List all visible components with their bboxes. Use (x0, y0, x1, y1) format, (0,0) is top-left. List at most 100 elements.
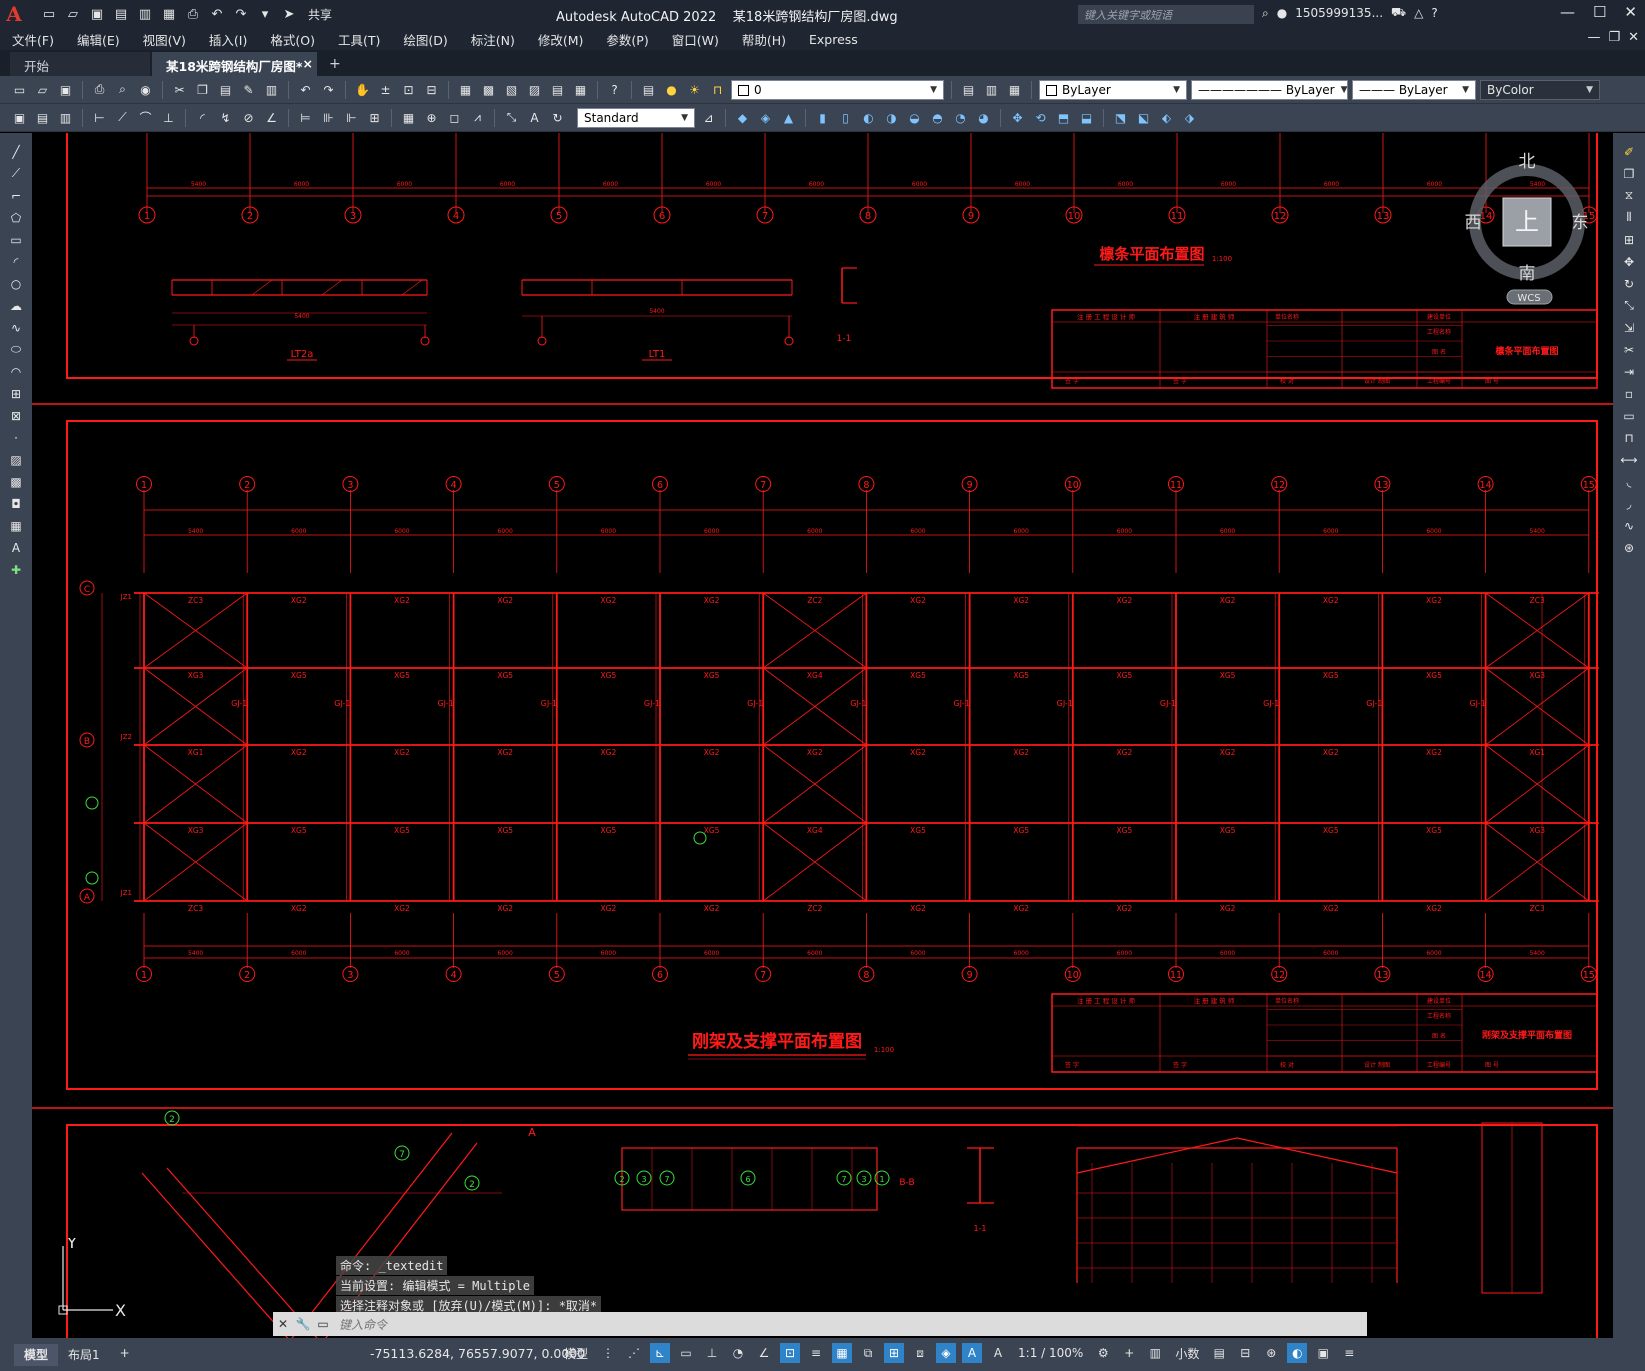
3d-move-icon[interactable]: ✥ (1008, 108, 1027, 127)
plotstyle-dropdown[interactable]: ByColor ▼ (1480, 79, 1600, 100)
revolve-icon[interactable]: ◑ (882, 108, 901, 127)
auto-scale-icon[interactable]: A (988, 1343, 1008, 1363)
layer-previous-icon[interactable]: ▥ (982, 80, 1001, 99)
copy-icon[interactable]: ❐ (193, 80, 212, 99)
web-open-icon[interactable]: ▥ (136, 5, 154, 23)
pan-icon[interactable]: ✋ (353, 80, 372, 99)
break-point-icon[interactable]: ▫ (1620, 385, 1638, 402)
layer-dropdown[interactable]: 0 ▼ (731, 79, 944, 100)
print-icon[interactable]: ⎙ (90, 80, 109, 99)
dim-arc-icon[interactable]: ⌒ (136, 108, 155, 127)
cmd-close-icon[interactable]: ✕ (273, 1317, 293, 1331)
new-tab-button[interactable]: + (319, 52, 351, 76)
zoom-window-icon[interactable]: ⊡ (399, 80, 418, 99)
dim-space-icon[interactable]: ⊞ (365, 108, 384, 127)
search-icon[interactable]: ⌕ (1262, 6, 1269, 21)
annotation-visibility-icon[interactable]: A (962, 1343, 983, 1363)
undo-toolbar-icon[interactable]: ↶ (296, 80, 315, 99)
inspect-icon[interactable]: ◻ (445, 108, 464, 127)
annotation-monitor-icon[interactable]: + (1119, 1343, 1139, 1363)
menu-item-7[interactable]: 标注(N) (471, 30, 515, 49)
insert-block-icon[interactable]: ⊞ (7, 385, 25, 402)
drawing-area[interactable]: 1 2 3 4 5 6 7 8 9 10 11 12 13 14 15 5400 6000 6000 6000 600… (32, 133, 1613, 1338)
open-icon[interactable]: ▱ (64, 5, 82, 23)
menu-item-10[interactable]: 窗口(W) (672, 30, 719, 49)
break-icon[interactable]: ▭ (1620, 407, 1638, 424)
ellipse-arc-icon[interactable]: ◠ (7, 363, 25, 380)
dim-diameter-icon[interactable]: ⊘ (239, 108, 258, 127)
a360-icon[interactable]: △ (1414, 6, 1423, 20)
cmd-recent-icon[interactable]: ▭ (313, 1317, 333, 1331)
stretch-icon[interactable]: ⇲ (1620, 319, 1638, 336)
scale-icon[interactable]: ⤡ (1620, 297, 1638, 314)
object-snap-tracking-icon[interactable]: ⊡ (780, 1343, 801, 1363)
dim-aligned-icon[interactable]: ⟋ (113, 108, 132, 127)
dim-angular-icon[interactable]: ∠ (262, 108, 281, 127)
isodraft-icon[interactable]: ∠ (754, 1343, 774, 1363)
layer-on-icon[interactable]: ● (662, 80, 681, 99)
menu-item-0[interactable]: 文件(F) (12, 30, 54, 49)
blend-curves-icon[interactable]: ∿ (1620, 517, 1638, 534)
union-icon[interactable]: ◓ (928, 108, 947, 127)
add-selected-icon[interactable]: ✚ (7, 561, 25, 578)
circle-icon[interactable]: ○ (7, 275, 25, 292)
polyline-icon[interactable]: ⌐ (7, 187, 25, 204)
command-input[interactable]: 键入命令 (333, 1316, 1367, 1333)
selection-filter-icon[interactable]: ◈ (936, 1343, 957, 1363)
ortho-icon[interactable]: ⊥ (702, 1343, 722, 1363)
line-icon[interactable]: ╱ (7, 143, 25, 160)
copy-object-icon[interactable]: ❐ (1620, 165, 1638, 182)
help-toolbar-icon[interactable]: ? (605, 80, 624, 99)
lineweight-dropdown[interactable]: ——— ByLayer ▼ (1352, 79, 1476, 100)
infer-icon[interactable]: ⊾ (650, 1343, 671, 1363)
3d-rotate-icon[interactable]: ⟲ (1031, 108, 1050, 127)
menu-item-8[interactable]: 修改(M) (538, 30, 584, 49)
menu-item-9[interactable]: 参数(P) (606, 30, 648, 49)
layer-lock-icon[interactable]: ⊓ (708, 80, 727, 99)
table-icon[interactable]: ▦ (7, 517, 25, 534)
arc-icon[interactable]: ◜ (7, 253, 25, 270)
undo-icon[interactable]: ↶ (208, 5, 226, 23)
revcloud-icon[interactable]: ☁ (7, 297, 25, 314)
make-block-icon[interactable]: ⊠ (7, 407, 25, 424)
publish-icon[interactable]: ◉ (136, 80, 155, 99)
3d-cone-icon[interactable]: ▲ (779, 108, 798, 127)
quick-properties-icon[interactable]: ▤ (1209, 1343, 1229, 1363)
cut-icon[interactable]: ✂ (170, 80, 189, 99)
dim-edit-icon[interactable]: ⤡ (502, 108, 521, 127)
dim-continue-icon[interactable]: ⊩ (342, 108, 361, 127)
ellipse-icon[interactable]: ⬭ (7, 341, 25, 358)
extrude-icon[interactable]: ▮ (813, 108, 832, 127)
annotation-scale[interactable]: 1:1 / 100% (1014, 1346, 1087, 1360)
dynamic-input-icon[interactable]: ▭ (676, 1343, 696, 1363)
match-prop-icon[interactable]: ✎ (239, 80, 258, 99)
array-icon[interactable]: ⊞ (1620, 231, 1638, 248)
customize-icon[interactable]: ▾ (256, 5, 274, 23)
tool-palette-icon[interactable]: ▧ (502, 80, 521, 99)
section-icon[interactable]: ⬕ (1134, 108, 1153, 127)
polygon-icon[interactable]: ⬠ (7, 209, 25, 226)
user-icon[interactable]: ● (1277, 6, 1287, 20)
tab-model[interactable]: 模型 (14, 1343, 59, 1366)
redo-icon[interactable]: ↷ (232, 5, 250, 23)
tab-layout1[interactable]: 布局1 (58, 1344, 110, 1366)
dim-radius-icon[interactable]: ◜ (193, 108, 212, 127)
erase-icon[interactable]: ✐ (1620, 143, 1638, 160)
explode-icon[interactable]: ⊛ (1620, 539, 1638, 556)
presspull-icon[interactable]: ▯ (836, 108, 855, 127)
user-name[interactable]: 1505999135... (1295, 6, 1383, 20)
menu-item-6[interactable]: 绘图(D) (403, 30, 447, 49)
3d-box-icon[interactable]: ◆ (733, 108, 752, 127)
sheet-set-icon[interactable]: ▨ (525, 80, 544, 99)
tab-active-document[interactable]: 某18米跨钢结构厂房图* × (152, 52, 317, 76)
layout-icon[interactable]: ▤ (33, 108, 52, 127)
lock-ui-icon[interactable]: ⊟ (1235, 1343, 1255, 1363)
quick-dim-icon[interactable]: ⊨ (296, 108, 315, 127)
menu-item-1[interactable]: 编辑(E) (77, 30, 120, 49)
doc-restore-icon[interactable]: ❐ (1608, 30, 1620, 45)
open-file-icon[interactable]: ▱ (33, 80, 52, 99)
dim-text-edit-icon[interactable]: A (525, 108, 544, 127)
spline-icon[interactable]: ∿ (7, 319, 25, 336)
rectangle-icon[interactable]: ▭ (7, 231, 25, 248)
shell-icon[interactable]: ⬖ (1157, 108, 1176, 127)
